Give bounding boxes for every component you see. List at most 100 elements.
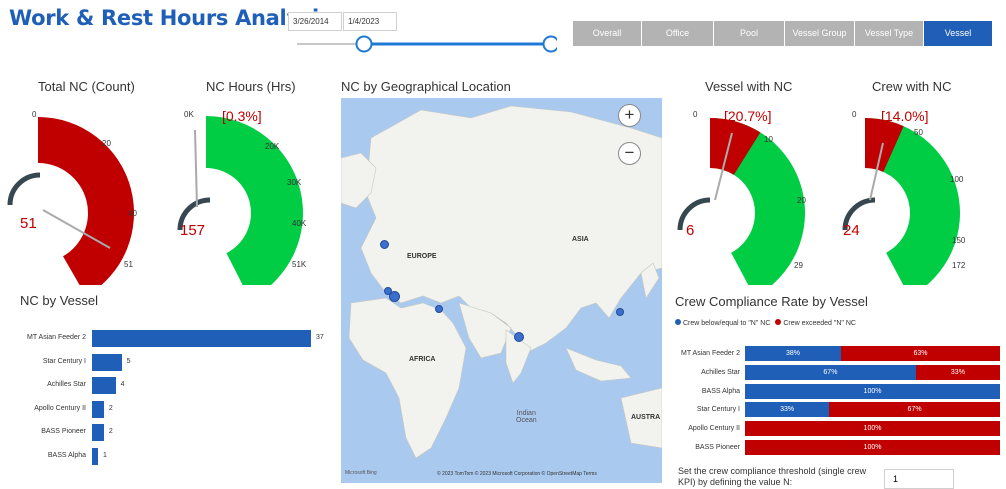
compliance-seg-exceeded[interactable]: 33%: [915, 364, 1000, 380]
vessel-bar-label: BASS Alpha: [47, 451, 86, 459]
vessel-bar-value: 4: [120, 381, 125, 388]
threshold-input[interactable]: [884, 469, 954, 489]
nc-hours-percent: [0.3%]: [222, 108, 262, 124]
gauge-label: 150: [952, 236, 966, 245]
gauge-label: 0: [693, 110, 698, 119]
tab-vessel-type[interactable]: Vessel Type: [855, 21, 924, 46]
tab-vessel-group[interactable]: Vessel Group: [785, 21, 855, 46]
map-marker[interactable]: [616, 308, 624, 316]
map-marker[interactable]: [389, 291, 400, 302]
page-title: Work & Rest Hours Analysis: [9, 6, 332, 30]
threshold-instruction: Set the crew compliance threshold (singl…: [678, 466, 867, 487]
tab-vessel[interactable]: Vessel: [924, 21, 993, 46]
gauge-label: 0K: [184, 110, 194, 119]
map-label-australia: AUSTRA: [631, 414, 661, 421]
vessel-bar-value: 37: [316, 334, 324, 341]
compliance-row-label: Star Century I: [696, 406, 740, 414]
vessel-bar-label: BASS Pioneer: [41, 428, 86, 435]
crew-nc-title: Crew with NC: [872, 79, 952, 94]
gauge-label: 20K: [265, 142, 280, 151]
gauge-label: 20: [102, 139, 111, 148]
compliance-seg-below[interactable]: 33%: [745, 402, 830, 418]
map-label-asia: ASIA: [572, 236, 589, 243]
vessel-bar-value: 5: [126, 357, 131, 365]
vessel-bar-value: 1: [103, 451, 107, 459]
vessel-bar-value: 2: [108, 428, 113, 435]
legend-red-label: Crew exceeded "N" NC: [783, 320, 856, 327]
slider-end-handle[interactable]: [542, 35, 558, 53]
zoom-in-button[interactable]: +: [618, 104, 641, 127]
vessel-nc-percent: [20.7%]: [724, 108, 772, 124]
zoom-out-button[interactable]: −: [618, 142, 641, 165]
vessel-bar[interactable]: [92, 353, 122, 371]
vessel-nc-value: 6: [686, 222, 695, 239]
tab-overall[interactable]: Overall: [573, 21, 642, 46]
vessel-bar-label: Star Century I: [42, 357, 86, 365]
gauge-label: 172: [952, 261, 966, 270]
map-marker[interactable]: [380, 240, 389, 249]
total-nc-value: 51: [20, 215, 37, 232]
tab-pool[interactable]: Pool: [714, 21, 785, 46]
gauge-label: 29: [794, 261, 803, 270]
gauge-label: 40K: [292, 219, 307, 228]
compliance-seg-exceeded[interactable]: 100%: [745, 440, 1000, 455]
end-date-input[interactable]: 1/4/2023: [343, 12, 397, 31]
vessel-bar[interactable]: [92, 400, 104, 418]
map-label-europe: EUROPE: [407, 253, 437, 260]
gauge-label: 0: [852, 110, 857, 119]
legend-blue-icon: [675, 319, 681, 325]
gauge-label: 0: [32, 110, 37, 119]
total-nc-gauge: [7, 117, 134, 285]
gauge-label: 100: [950, 175, 964, 184]
vessel-bar-label: Apollo Century II: [34, 404, 86, 412]
bing-logo: Microsoft Bing: [345, 470, 377, 476]
compliance-row-label: Achilles Star: [701, 368, 740, 376]
map-attribution: © 2023 TomTom © 2023 Microsoft Corporati…: [437, 471, 597, 477]
map-marker[interactable]: [514, 332, 524, 342]
crew-compliance-title: Crew Compliance Rate by Vessel: [675, 294, 868, 309]
geo-map[interactable]: EUROPE ASIA AFRICA Indian Ocean AUSTRA +…: [341, 98, 662, 483]
compliance-seg-below[interactable]: 100%: [745, 383, 1000, 399]
gauge-label: 30K: [287, 178, 302, 187]
compliance-legend: Crew below/equal to "N" NC Crew exceeded…: [675, 319, 856, 327]
vessel-bar-label: Achilles Star: [47, 381, 86, 388]
compliance-row-label: MT Asian Feeder 2: [680, 350, 740, 357]
nc-hours-value: 157: [180, 222, 206, 239]
vessel-bar[interactable]: [92, 447, 98, 465]
nc-by-vessel-title: NC by Vessel: [20, 293, 99, 308]
legend-red-icon: [775, 319, 782, 325]
map-label-africa: AFRICA: [409, 356, 436, 363]
legend-blue-label: Crew below/equal to "N" NC: [682, 320, 771, 327]
gauge-label: 51K: [292, 260, 307, 269]
compliance-seg-exceeded[interactable]: 67%: [829, 402, 1000, 418]
vessel-bar[interactable]: [92, 377, 116, 394]
total-nc-title: Total NC (Count): [38, 79, 135, 94]
nc-hours-title: NC Hours (Hrs): [206, 79, 296, 94]
vessel-bar[interactable]: [92, 330, 311, 347]
vessel-bar-value: 2: [108, 404, 113, 412]
map-label-indian-ocean: Indian Ocean: [516, 410, 537, 424]
compliance-seg-exceeded[interactable]: 100%: [745, 421, 1000, 437]
compliance-seg-exceeded[interactable]: 63%: [840, 346, 1000, 361]
compliance-row-label: BASS Pioneer: [695, 444, 740, 451]
tab-office[interactable]: Office: [642, 21, 714, 46]
map-title: NC by Geographical Location: [341, 79, 511, 94]
gauge-label: 10: [764, 135, 773, 144]
compliance-row-label: Apollo Century II: [688, 425, 740, 433]
start-date-input[interactable]: 3/26/2014: [288, 12, 342, 31]
vessel-nc-title: Vessel with NC: [705, 79, 793, 94]
crew-nc-value: 24: [843, 222, 860, 239]
crew-nc-percent: [14.0%]: [881, 108, 929, 124]
gauge-label: 40: [128, 209, 137, 218]
gauge-label: 51: [124, 260, 133, 269]
date-range-slider[interactable]: [297, 34, 557, 54]
compliance-seg-below[interactable]: 67%: [745, 364, 916, 380]
slider-start-handle[interactable]: [355, 35, 373, 53]
vessel-bar[interactable]: [92, 424, 104, 441]
compliance-row-label: BASS Alpha: [701, 387, 740, 395]
gauge-label: 50: [914, 128, 923, 137]
map-marker[interactable]: [435, 305, 443, 313]
compliance-seg-below[interactable]: 38%: [745, 346, 841, 361]
gauge-label: 20: [797, 196, 806, 205]
vessel-bar-label: MT Asian Feeder 2: [26, 334, 86, 341]
